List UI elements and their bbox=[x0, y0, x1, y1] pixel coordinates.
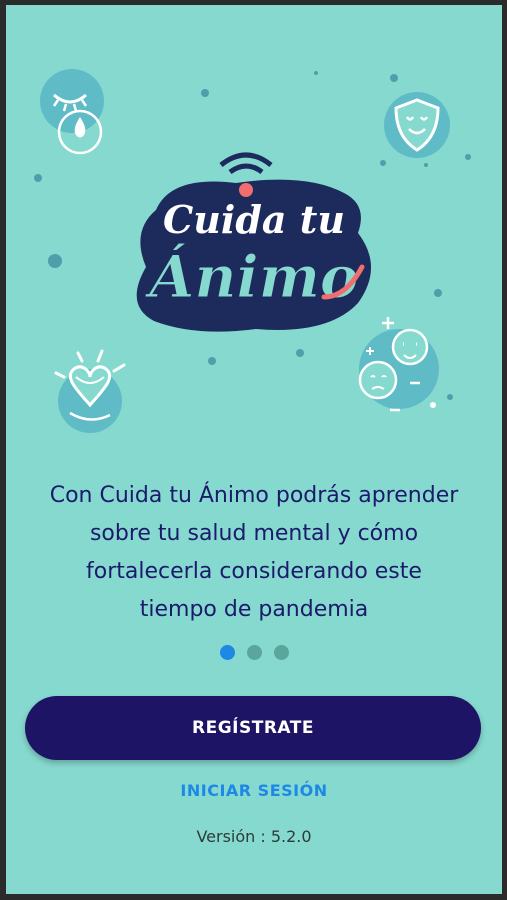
welcome-illustration: Cuida tu Ánimo bbox=[34, 69, 471, 433]
login-link[interactable]: INICIAR SESIÓN bbox=[6, 781, 502, 800]
faces-icon bbox=[358, 317, 439, 412]
page-dot[interactable] bbox=[273, 645, 289, 660]
register-button[interactable]: REGÍSTRATE bbox=[25, 696, 481, 760]
description-line: fortalecerla considerando este bbox=[86, 559, 422, 584]
welcome-description: Con Cuida tu Ánimo podrás aprender sobre… bbox=[26, 477, 482, 629]
description-line: tiempo de pandemia bbox=[139, 597, 369, 622]
version-label: Versión : 5.2.0 bbox=[196, 827, 312, 846]
page-indicator bbox=[6, 645, 502, 660]
app-logo: Cuida tu Ánimo bbox=[136, 152, 371, 332]
description-line: Con Cuida tu Ánimo podrás aprender bbox=[49, 483, 459, 508]
logo-line2: Ánimo bbox=[144, 243, 358, 311]
page-dot[interactable] bbox=[246, 645, 262, 660]
description-line: sobre tu salud mental y cómo bbox=[89, 521, 419, 546]
logo-line1: Cuida tu bbox=[163, 197, 345, 242]
heart-icon bbox=[54, 349, 126, 433]
app-screen: Cuida tu Ánimo Con Cuida tu Ánimo podrás… bbox=[6, 5, 502, 894]
page-dot-active[interactable] bbox=[219, 645, 235, 660]
shield-icon bbox=[384, 92, 450, 158]
sleep-tear-icon bbox=[40, 69, 104, 155]
